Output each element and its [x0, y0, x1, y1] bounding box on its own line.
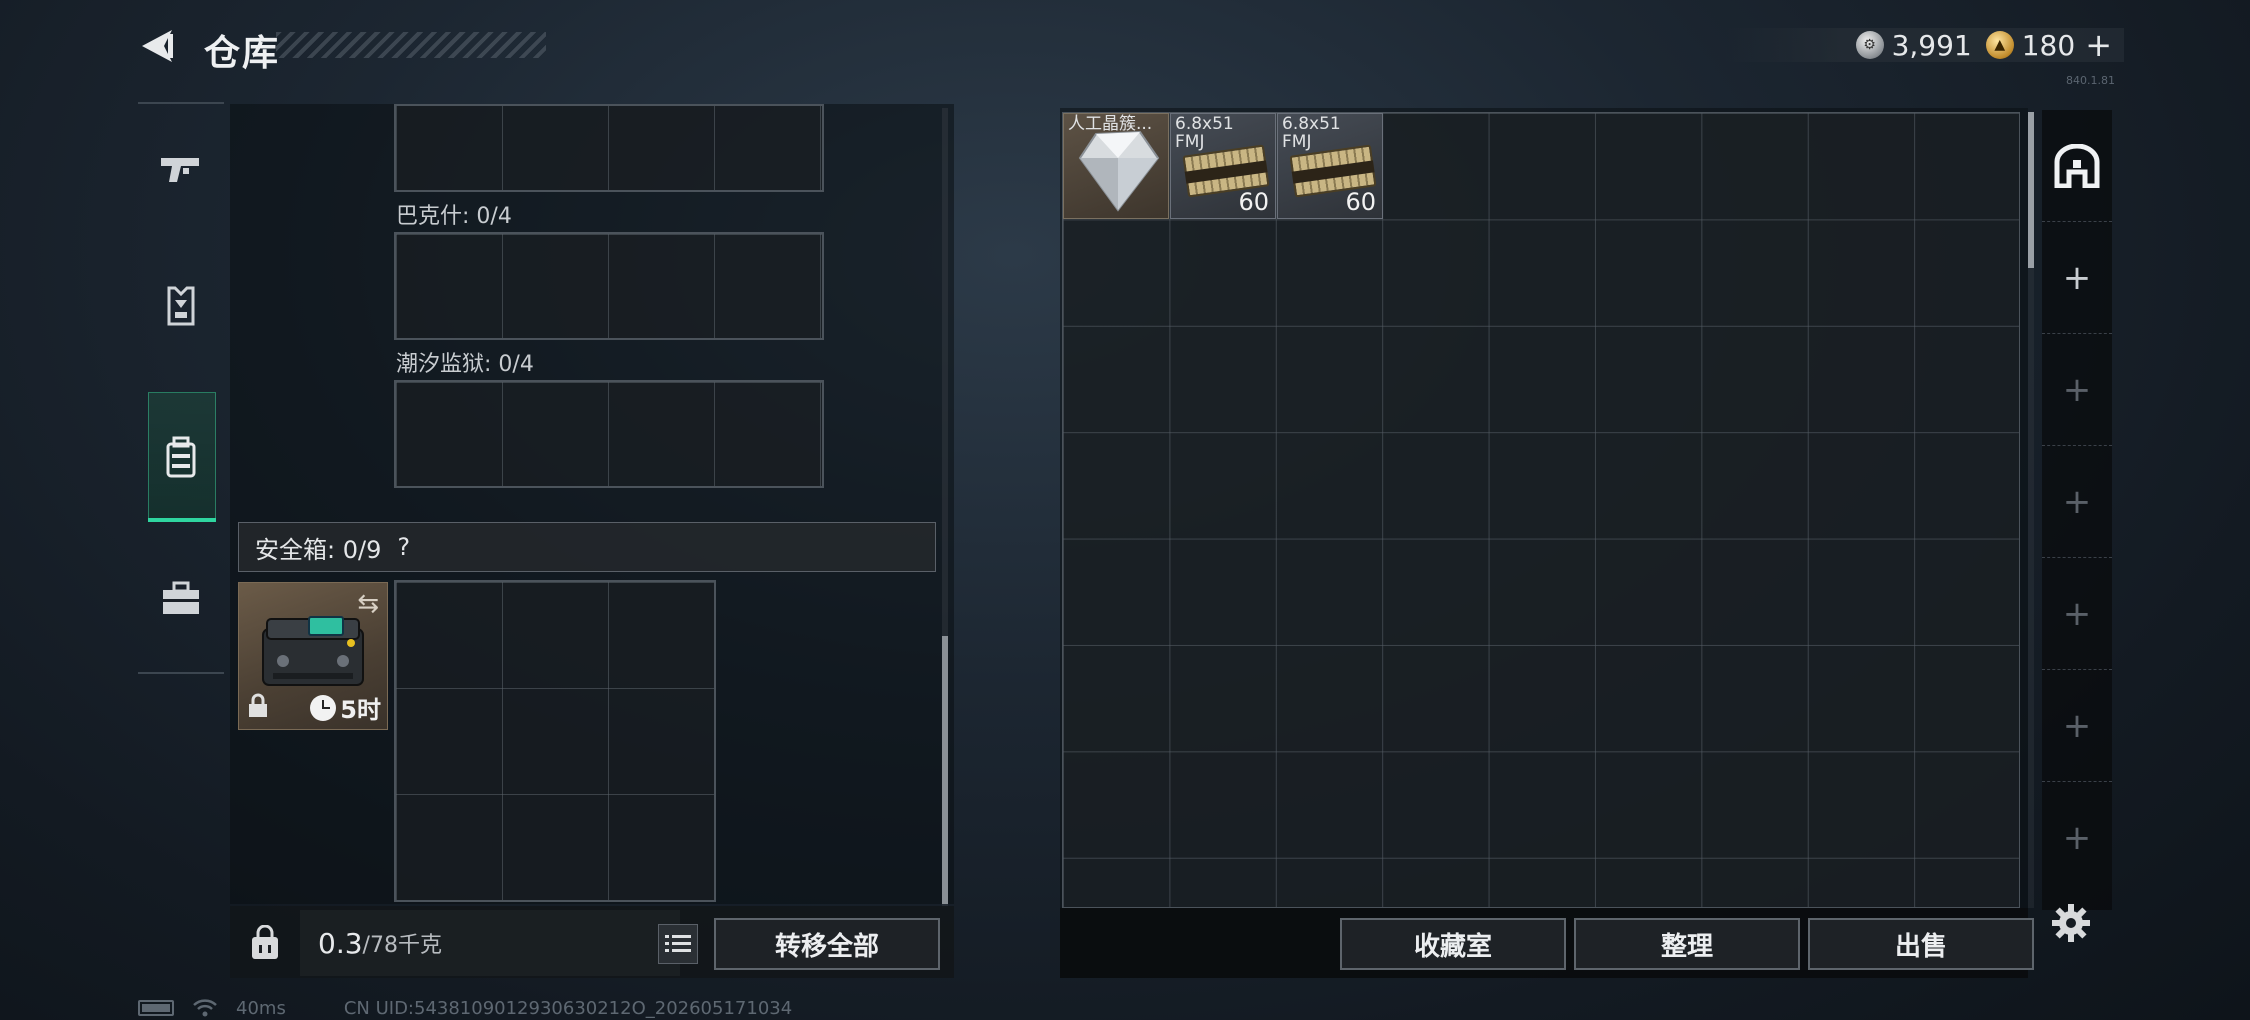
side-tabs — [138, 102, 224, 674]
gold-currency[interactable]: ▲ 180 + — [1985, 26, 2112, 64]
backpack-icon — [166, 436, 196, 478]
weight-icon — [252, 925, 278, 959]
gear-icon — [2052, 904, 2090, 942]
stash-item-crystal[interactable]: 人工晶簇... — [1063, 113, 1169, 219]
stash-item-ammo[interactable]: 6.8x51 FMJ 60 — [1170, 113, 1276, 219]
sell-button[interactable]: 出售 — [1808, 918, 2034, 970]
stash-page-tabs: + + + + + + — [2042, 110, 2112, 910]
stash-home-tab[interactable] — [2042, 110, 2112, 222]
armor-vest-icon — [167, 286, 195, 326]
tab-case[interactable] — [138, 530, 224, 666]
status-bar: 40ms CN UID:5438109012930630212O_2026051… — [138, 996, 792, 1020]
header-stripe — [276, 32, 546, 58]
stash-grid[interactable]: 人工晶簇... 6.8x51 FMJ 60 6.8x51 FMJ 60 — [1062, 112, 2020, 908]
list-icon — [665, 935, 691, 952]
safe-box-label: 安全箱: 0/9 — [255, 535, 382, 564]
back-button[interactable] — [132, 22, 184, 70]
slot-grid-top[interactable] — [394, 104, 824, 192]
wifi-icon — [193, 999, 217, 1017]
clock-icon — [310, 694, 337, 721]
add-stash-page-button[interactable]: + — [2042, 782, 2112, 894]
transfer-all-button[interactable]: 转移全部 — [714, 918, 940, 970]
help-icon[interactable]: ? — [397, 533, 410, 561]
silver-currency[interactable]: ⚙ 3,991 — [1855, 28, 1972, 62]
add-currency-button[interactable]: + — [2085, 26, 2112, 64]
item-name: 6.8x51 FMJ — [1175, 114, 1234, 152]
safe-box-header: 安全箱: 0/9 ? — [238, 522, 936, 572]
item-count: 60 — [1345, 188, 1376, 216]
add-stash-page-button[interactable]: + — [2042, 670, 2112, 782]
crystal-icon — [1078, 130, 1160, 212]
lock-icon — [247, 693, 269, 723]
pistol-icon — [161, 158, 199, 182]
weight-lock-button[interactable] — [240, 918, 290, 968]
safe-box-icon — [262, 616, 364, 686]
settings-button[interactable] — [2046, 898, 2096, 948]
stash-scrollbar-thumb[interactable] — [2028, 112, 2034, 268]
safe-box-grid[interactable] — [394, 580, 716, 902]
add-stash-page-button[interactable]: + — [2042, 334, 2112, 446]
back-arrow-icon — [142, 30, 173, 62]
add-stash-page-button[interactable]: + — [2042, 222, 2112, 334]
tab-backpack[interactable] — [138, 390, 224, 526]
ping-value: 40ms — [236, 997, 286, 1019]
slot-grid-tide-prison[interactable] — [394, 380, 824, 488]
slot-label-tide-prison: 潮汐监狱: 0/4 — [396, 352, 534, 377]
currency-bar: ⚙ 3,991 ▲ 180 + — [1726, 26, 2124, 64]
build-tag: 840.1.81 — [2066, 74, 2115, 87]
uid-text: CN UID:5438109012930630212O_202605171034 — [343, 997, 793, 1019]
swap-icon[interactable]: ⇆ — [357, 589, 379, 619]
stash-home-icon — [2054, 143, 2100, 188]
weight-display: 0.3 /78千克 — [300, 910, 680, 976]
organize-button[interactable]: 整理 — [1574, 918, 1800, 970]
tab-armor[interactable] — [138, 238, 224, 374]
silver-amount: 3,991 — [1891, 28, 1972, 62]
gold-amount: 180 — [2021, 28, 2076, 62]
slot-grid-bakesh[interactable] — [394, 232, 824, 340]
stash-item-ammo[interactable]: 6.8x51 FMJ 60 — [1277, 113, 1383, 219]
weight-current: 0.3 — [318, 926, 363, 960]
collection-room-button[interactable]: 收藏室 — [1340, 918, 1566, 970]
item-name: 6.8x51 FMJ — [1282, 114, 1341, 152]
silver-coin-icon: ⚙ — [1855, 31, 1884, 59]
left-scrollbar-thumb[interactable] — [942, 636, 948, 904]
divider — [138, 672, 224, 674]
page-title: 仓库 — [204, 33, 281, 74]
gold-coin-icon: ▲ — [1985, 31, 2014, 59]
add-stash-page-button[interactable]: + — [2042, 446, 2112, 558]
briefcase-icon — [163, 581, 199, 614]
weight-max: /78千克 — [362, 933, 442, 958]
safe-box-timer: 5时 — [310, 690, 381, 725]
slot-label-bakesh: 巴克什: 0/4 — [396, 204, 512, 229]
item-count: 60 — [1238, 188, 1269, 216]
safe-box-item[interactable]: ⇆ 5时 — [238, 582, 388, 730]
battery-icon — [138, 1000, 174, 1016]
item-name: 人工晶簇... — [1068, 114, 1153, 134]
tab-weapons[interactable] — [138, 102, 224, 238]
add-stash-page-button[interactable]: + — [2042, 558, 2112, 670]
list-view-button[interactable] — [658, 924, 698, 964]
